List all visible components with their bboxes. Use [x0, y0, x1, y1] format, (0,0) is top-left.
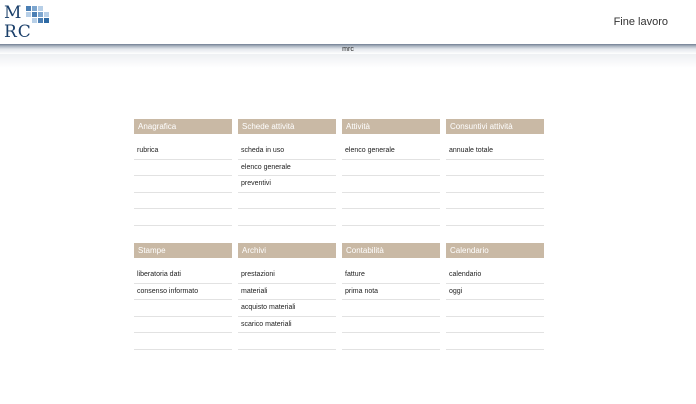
menu-panel: Anagrafica rubrica [134, 119, 232, 226]
logo-pixel [26, 12, 31, 17]
mrc-logo[interactable]: M RC [4, 4, 50, 44]
empty-row [342, 333, 440, 350]
logo-pixel [32, 6, 37, 11]
empty-row [446, 176, 544, 193]
title-bar-label: mrc [342, 46, 354, 53]
menu-panel: Archivi prestazioni materiali acquisto mate… [238, 243, 336, 350]
empty-row [446, 317, 544, 333]
logo-pixel [32, 18, 37, 23]
panel-title: Stampe [134, 243, 232, 258]
menu-link[interactable]: annuale totale [446, 143, 544, 160]
panel-item-list: elenco generale [342, 143, 440, 226]
empty-row [342, 176, 440, 193]
logo-pixel [38, 18, 43, 23]
empty-row [446, 300, 544, 317]
empty-row [134, 317, 232, 333]
empty-row [134, 300, 232, 317]
logo-pixel [32, 12, 37, 17]
empty-row [238, 193, 336, 209]
empty-row [238, 209, 336, 226]
menu-link[interactable]: calendario [446, 267, 544, 284]
menu-link[interactable]: prima nota [342, 284, 440, 300]
empty-row [342, 160, 440, 176]
empty-row [134, 176, 232, 193]
menu-link[interactable]: prestazioni [238, 267, 336, 284]
empty-row [342, 317, 440, 333]
panel-title: Consuntivi attività [446, 119, 544, 134]
logo-pixel [44, 18, 49, 23]
empty-row [342, 193, 440, 209]
menu-link[interactable]: elenco generale [238, 160, 336, 176]
menu-link[interactable]: oggi [446, 284, 544, 300]
menu-link[interactable]: consenso informato [134, 284, 232, 300]
panel-item-list: calendario oggi [446, 267, 544, 350]
empty-row [134, 160, 232, 176]
menu-link[interactable]: rubrica [134, 143, 232, 160]
panel-title: Calendario [446, 243, 544, 258]
empty-row [238, 333, 336, 350]
app-header: M RC Fine lavoro [0, 0, 696, 45]
panel-title: Anagrafica [134, 119, 232, 134]
menu-link[interactable]: materiali [238, 284, 336, 300]
panel-title: Schede attività [238, 119, 336, 134]
logo-pixel [38, 6, 43, 11]
logo-pixel [44, 12, 49, 17]
menu-link[interactable]: scheda in uso [238, 143, 336, 160]
panel-item-list: annuale totale [446, 143, 544, 226]
menu-panel: Contabilità fatture prima nota [342, 243, 440, 350]
empty-row [446, 209, 544, 226]
menu-link[interactable]: liberatoria dati [134, 267, 232, 284]
empty-row [446, 333, 544, 350]
empty-row [342, 209, 440, 226]
logo-text-top: M [4, 3, 23, 23]
empty-row [134, 193, 232, 209]
menu-link[interactable]: preventivi [238, 176, 336, 193]
panel-item-list: liberatoria dati consenso informato [134, 267, 232, 350]
menu-link[interactable]: elenco generale [342, 143, 440, 160]
empty-row [134, 209, 232, 226]
logo-pixel [38, 12, 43, 17]
empty-row [446, 160, 544, 176]
menu-link[interactable]: fatture [342, 267, 440, 284]
logo-text-bottom: RC [4, 22, 32, 42]
header-shadow [0, 54, 696, 68]
empty-row [342, 300, 440, 317]
menu-panel: Stampe liberatoria dati consenso informato [134, 243, 232, 350]
finish-work-link[interactable]: Fine lavoro [614, 16, 668, 28]
panel-title: Attività [342, 119, 440, 134]
menu-panel: Attività elenco generale [342, 119, 440, 226]
panel-item-list: prestazioni materiali acquisto materiali sc… [238, 267, 336, 350]
menu-link[interactable]: acquisto materiali [238, 300, 336, 317]
menu-panel: Calendario calendario oggi [446, 243, 544, 350]
panel-item-list: fatture prima nota [342, 267, 440, 350]
panel-title: Archivi [238, 243, 336, 258]
empty-row [134, 333, 232, 350]
menu-link[interactable]: scarico materiali [238, 317, 336, 333]
panel-item-list: rubrica [134, 143, 232, 226]
menu-panel: Schede attività scheda in uso elenco gener… [238, 119, 336, 226]
menu-panel: Consuntivi attività annuale totale [446, 119, 544, 226]
panel-title: Contabilità [342, 243, 440, 258]
panel-item-list: scheda in uso elenco generale preventivi [238, 143, 336, 226]
empty-row [446, 193, 544, 209]
logo-pixel [26, 6, 31, 11]
